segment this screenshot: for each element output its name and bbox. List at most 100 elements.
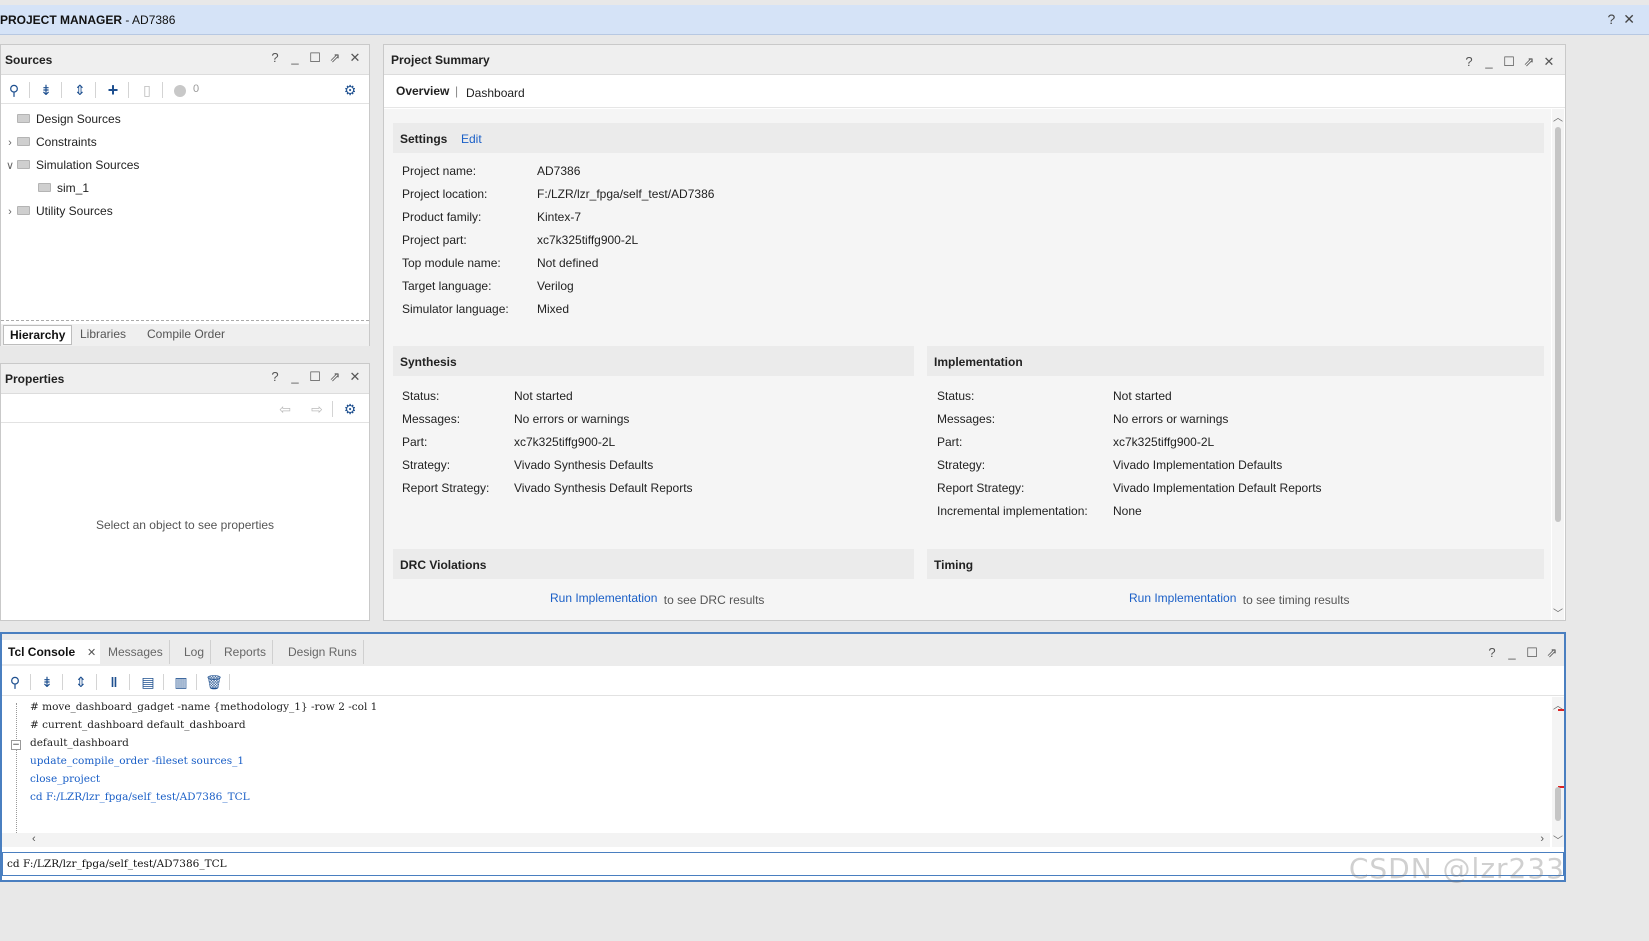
settings-heading: Settings [400, 132, 448, 146]
property-label: Strategy: [402, 458, 451, 472]
tab-log[interactable]: Log [178, 640, 212, 664]
console-line: # current_dashboard default_dashboard [30, 719, 246, 731]
expand-all-icon[interactable]: ⇕ [71, 81, 89, 99]
minimize-icon[interactable]: _ [289, 51, 301, 65]
tab-overview[interactable]: Overview [396, 84, 449, 98]
error-marker [1558, 709, 1564, 711]
maximize-icon[interactable]: ☐ [309, 51, 321, 65]
properties-panel: Properties ? _ ☐ ⇗ ✕ ⇦ ⇨ ⚙ Select an obj… [0, 363, 370, 621]
add-sources-icon[interactable]: + [104, 81, 122, 99]
property-label: Report Strategy: [937, 481, 1025, 495]
tab-compile-order[interactable]: Compile Order [141, 325, 231, 345]
settings-edit-link[interactable]: Edit [461, 132, 482, 146]
drc-suffix: to see DRC results [663, 593, 765, 607]
property-value: F:/LZR/lzr_fpga/self_test/AD7386 [537, 187, 715, 201]
properties-toolbar: ⇦ ⇨ ⚙ [1, 395, 369, 423]
property-value-link[interactable]: xc7k325tiffg900-2L [537, 233, 638, 247]
tree-item[interactable]: › Utility Sources [1, 200, 113, 222]
float-icon[interactable]: ⇗ [329, 370, 341, 384]
float-icon[interactable]: ⇗ [329, 51, 341, 65]
close-icon[interactable]: ✕ [1623, 11, 1643, 27]
tree-item-label: Constraints [36, 135, 97, 149]
back-arrow-icon[interactable]: ⇦ [276, 400, 294, 418]
property-label: Simulator language: [402, 302, 509, 316]
maximize-icon[interactable]: ☐ [309, 370, 321, 384]
console-hscrollbar[interactable]: ‹ › [2, 833, 1550, 847]
property-label: Strategy: [937, 458, 986, 472]
source-info-icon[interactable]: ▯ [138, 81, 156, 99]
property-label: Product family: [402, 210, 482, 224]
summary-scrollbar[interactable]: ︿ ﹀ [1552, 109, 1564, 620]
tab-dashboard[interactable]: Dashboard [466, 86, 525, 100]
fold-icon[interactable]: − [11, 740, 21, 750]
search-icon[interactable]: ⚲ [5, 81, 23, 99]
scroll-down-icon[interactable]: ﹀ [1553, 605, 1563, 620]
property-value-link[interactable]: Mixed [537, 302, 569, 316]
minimize-icon[interactable]: _ [1483, 55, 1495, 69]
forward-arrow-icon[interactable]: ⇨ [308, 400, 326, 418]
minimize-icon[interactable]: _ [289, 370, 301, 384]
drc-run-implementation-link[interactable]: Run Implementation [550, 591, 657, 605]
property-value-link[interactable]: None [1113, 504, 1142, 518]
scroll-right-icon[interactable]: › [1540, 833, 1544, 845]
help-icon[interactable]: ? [269, 51, 281, 65]
column-view-icon[interactable]: ▥ [172, 673, 190, 691]
chevron-right-icon[interactable]: › [3, 132, 17, 154]
property-value-link[interactable]: Vivado Synthesis Default Reports [514, 481, 693, 495]
scroll-down-icon[interactable]: ﹀ [1553, 832, 1563, 847]
scroll-left-icon[interactable]: ‹ [32, 833, 36, 845]
minimize-icon[interactable]: _ [1506, 646, 1518, 660]
property-value-link[interactable]: Vivado Synthesis Defaults [514, 458, 653, 472]
tab-reports[interactable]: Reports [218, 640, 274, 664]
timing-suffix: to see timing results [1242, 593, 1350, 607]
property-value-link[interactable]: Verilog [537, 279, 574, 293]
folder-icon [38, 183, 51, 193]
summary-header: Project Summary ? _ ☐ ⇗ ✕ [384, 45, 1565, 75]
maximize-icon[interactable]: ☐ [1526, 646, 1538, 660]
delete-icon[interactable]: 🗑 [205, 673, 223, 691]
close-icon[interactable]: ✕ [349, 51, 361, 65]
pause-icon[interactable]: ‖ [105, 673, 123, 691]
help-icon[interactable]: ? [269, 370, 281, 384]
property-label: Part: [937, 435, 963, 449]
sources-tree: Design Sources › Constraints ∨ Simulation So… [1, 107, 369, 307]
tree-item[interactable]: sim_1 [1, 177, 89, 199]
collapse-all-icon[interactable]: ⇟ [37, 81, 55, 99]
property-value-link[interactable]: Vivado Implementation Default Reports [1113, 481, 1322, 495]
chevron-right-icon[interactable]: › [3, 201, 17, 223]
collapse-all-icon[interactable]: ⇟ [38, 673, 56, 691]
float-icon[interactable]: ⇗ [1523, 55, 1535, 69]
close-icon[interactable]: ✕ [349, 370, 361, 384]
chevron-down-icon[interactable]: ∨ [3, 155, 17, 177]
scroll-up-icon[interactable]: ︿ [1553, 109, 1563, 124]
property-value-link[interactable]: Vivado Implementation Defaults [1113, 458, 1282, 472]
tab-messages[interactable]: Messages [102, 640, 170, 664]
tree-item[interactable]: ∨ Simulation Sources [1, 154, 139, 176]
console-line: close_project [30, 773, 101, 785]
tab-tcl-console[interactable]: Tcl Console [2, 640, 100, 664]
tab-libraries[interactable]: Libraries [74, 325, 132, 345]
tree-item-label: sim_1 [57, 181, 90, 195]
close-tab-icon[interactable]: ✕ [87, 646, 96, 659]
gear-icon[interactable]: ⚙ [341, 81, 359, 99]
help-icon[interactable]: ? [1463, 55, 1475, 69]
tree-item-label: Design Sources [36, 112, 121, 126]
expand-all-icon[interactable]: ⇕ [72, 673, 90, 691]
tab-hierarchy[interactable]: Hierarchy [3, 325, 73, 345]
help-icon[interactable]: ? [1486, 646, 1498, 660]
tree-item[interactable]: Design Sources [1, 108, 121, 130]
timing-run-implementation-link[interactable]: Run Implementation [1129, 591, 1236, 605]
gear-icon[interactable]: ⚙ [341, 400, 359, 418]
tree-item[interactable]: › Constraints [1, 131, 97, 153]
maximize-icon[interactable]: ☐ [1503, 55, 1515, 69]
copy-icon[interactable]: ▤ [139, 673, 157, 691]
console-vscrollbar[interactable]: ︿ ﹀ [1552, 697, 1564, 847]
properties-title: Properties [5, 372, 65, 386]
tab-design-runs[interactable]: Design Runs [282, 640, 364, 664]
help-icon[interactable]: ? [1607, 11, 1623, 27]
tcl-command-input[interactable] [2, 852, 1564, 876]
search-icon[interactable]: ⚲ [6, 673, 24, 691]
float-icon[interactable]: ⇗ [1546, 646, 1558, 660]
close-icon[interactable]: ✕ [1543, 55, 1555, 69]
property-value-link[interactable]: Not defined [537, 256, 598, 270]
